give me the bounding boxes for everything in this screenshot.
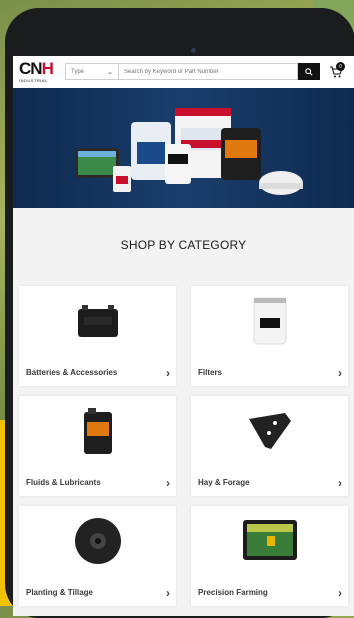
section-title: SHOP BY CATEGORY bbox=[120, 238, 247, 252]
category-card-batteries[interactable]: Batteries & Accessories › bbox=[19, 286, 176, 386]
chevron-right-icon: › bbox=[338, 586, 342, 600]
hero-banner[interactable] bbox=[13, 88, 354, 208]
category-card-hay-forage[interactable]: Hay & Forage › bbox=[191, 396, 348, 496]
chevron-right-icon: › bbox=[338, 476, 342, 490]
logo-subtitle: INDUSTRIAL bbox=[19, 78, 48, 83]
category-card-filters[interactable]: Filters › bbox=[191, 286, 348, 386]
logo-mark: CNH bbox=[19, 60, 59, 77]
search-input[interactable] bbox=[119, 63, 298, 80]
category-card-fluids[interactable]: Fluids & Lubricants › bbox=[19, 396, 176, 496]
chevron-right-icon: › bbox=[166, 586, 170, 600]
chevron-right-icon: › bbox=[166, 366, 170, 380]
category-label: Planting & Tillage bbox=[26, 588, 93, 597]
chevron-right-icon: › bbox=[338, 366, 342, 380]
category-card-precision-farming[interactable]: Precision Farming › bbox=[191, 506, 348, 606]
chevron-right-icon: › bbox=[166, 476, 170, 490]
category-label: Filters bbox=[198, 368, 223, 377]
cnh-logo[interactable]: CNH INDUSTRIAL bbox=[19, 60, 59, 84]
hero-products-image bbox=[75, 108, 303, 195]
tablet-screen: CNH INDUSTRIAL Type ⌄ 0 bbox=[13, 56, 354, 616]
display-monitor-image bbox=[191, 506, 348, 576]
fluid-jug-image bbox=[19, 396, 176, 466]
category-label: Batteries & Accessories bbox=[26, 368, 118, 377]
category-label: Fluids & Lubricants bbox=[26, 478, 101, 487]
search-button[interactable] bbox=[298, 63, 320, 80]
battery-image bbox=[19, 286, 176, 356]
type-dropdown-label: Type bbox=[71, 68, 85, 75]
chevron-down-icon: ⌄ bbox=[107, 69, 113, 76]
filter-image bbox=[191, 286, 348, 356]
cart-count-badge: 0 bbox=[336, 62, 345, 71]
logo-text-b: H bbox=[41, 59, 54, 78]
site-header: CNH INDUSTRIAL Type ⌄ 0 bbox=[13, 56, 354, 88]
category-label: Hay & Forage bbox=[198, 478, 250, 487]
camera-icon bbox=[191, 48, 196, 53]
type-dropdown[interactable]: Type ⌄ bbox=[65, 63, 119, 80]
logo-text-a: CN bbox=[19, 59, 43, 78]
category-card-planting-tillage[interactable]: Planting & Tillage › bbox=[19, 506, 176, 606]
seed-disc-image bbox=[19, 506, 176, 576]
category-label: Precision Farming bbox=[198, 588, 268, 597]
knife-guard-image bbox=[191, 396, 348, 466]
search-icon bbox=[305, 67, 313, 76]
